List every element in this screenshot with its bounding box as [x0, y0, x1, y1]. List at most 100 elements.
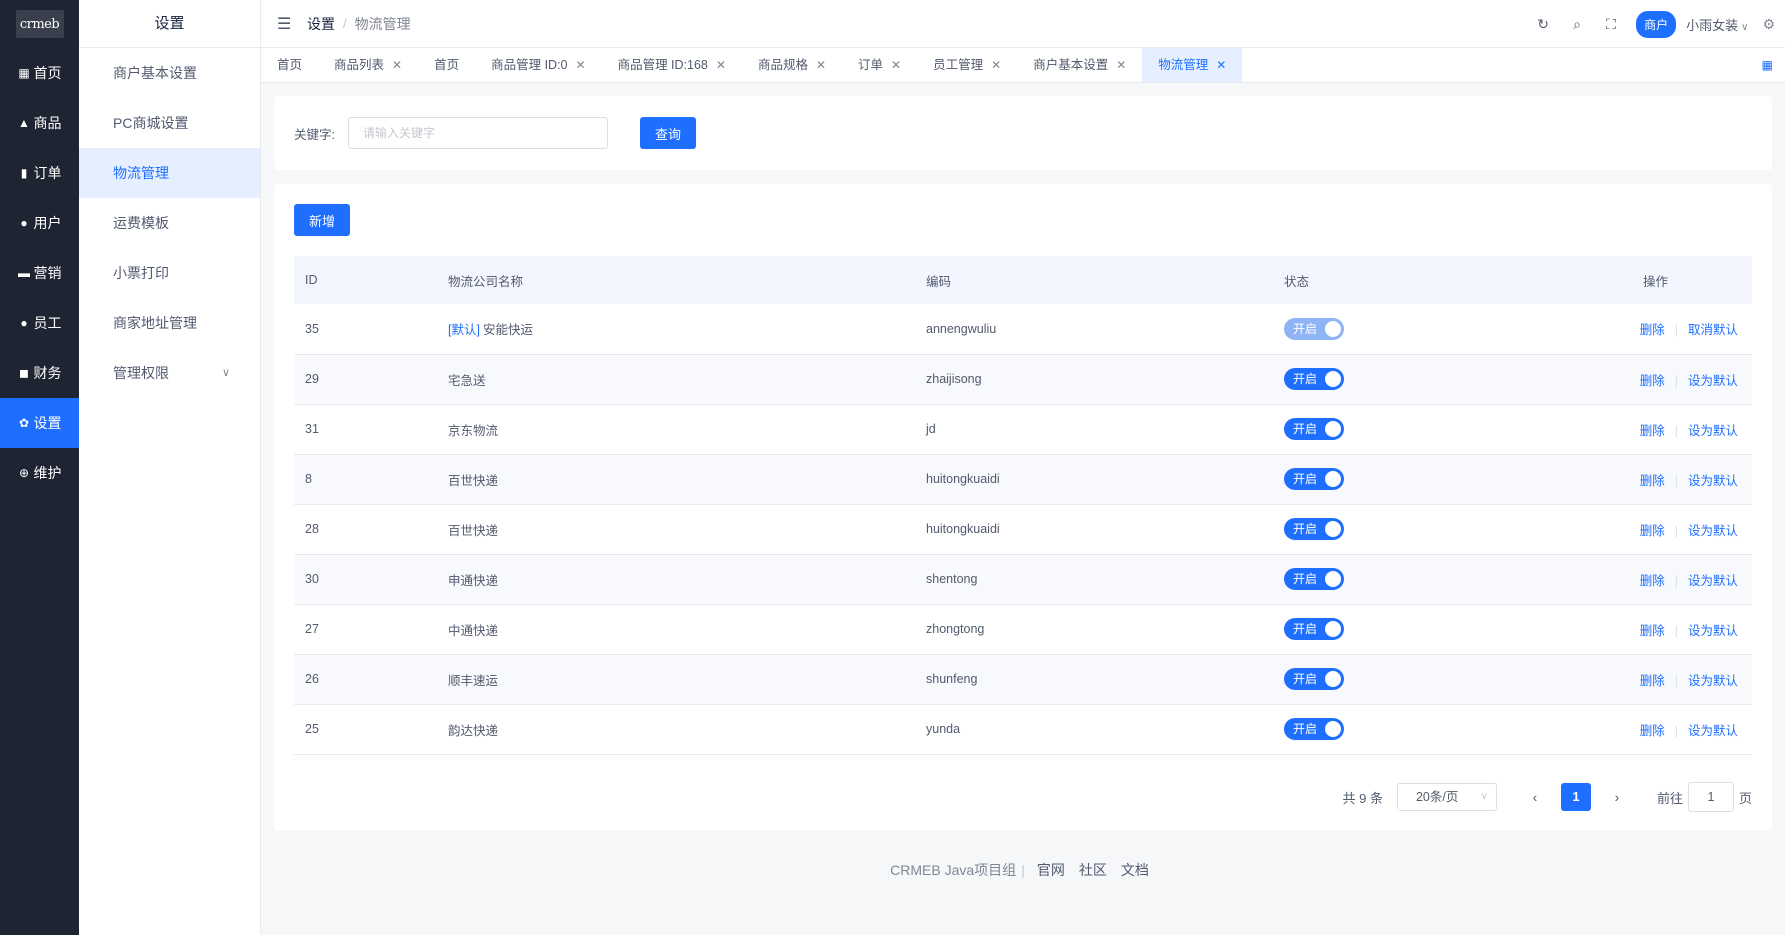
settings-icon: ✿ — [18, 416, 30, 430]
cell-actions: 删除 | 设为默认 — [1629, 554, 1752, 605]
rail-item-6[interactable]: ◼ 财务 — [0, 348, 79, 398]
set-default-link[interactable]: 设为默认 — [1688, 474, 1738, 488]
footer-link-community[interactable]: 社区 — [1079, 862, 1107, 878]
submenu-item-5[interactable]: 商家地址管理 — [79, 298, 260, 348]
prev-page-icon[interactable]: ‹ — [1521, 789, 1549, 805]
close-icon[interactable]: ✕ — [816, 48, 826, 82]
delete-link[interactable]: 删除 — [1640, 724, 1665, 738]
menu-toggle-icon[interactable]: ☰ — [277, 14, 293, 34]
tab-7[interactable]: 员工管理 ✕ — [917, 48, 1017, 82]
close-icon[interactable]: ✕ — [891, 48, 901, 82]
rail-item-7[interactable]: ✿ 设置 — [0, 398, 79, 448]
logo[interactable]: crmeb — [0, 0, 79, 48]
rail-item-0[interactable]: ▦ 首页 — [0, 48, 79, 98]
rail-item-label: 营销 — [33, 265, 62, 281]
merchant-badge[interactable]: 商户 — [1636, 10, 1677, 38]
set-default-link[interactable]: 设为默认 — [1688, 624, 1738, 638]
submenu-item-4[interactable]: 小票打印 — [79, 248, 260, 298]
delete-link[interactable]: 删除 — [1640, 674, 1665, 688]
status-switch[interactable]: 开启 — [1284, 418, 1344, 440]
rail-item-4[interactable]: ▬ 营销 — [0, 248, 79, 298]
keyword-input[interactable] — [348, 117, 608, 149]
table-row: 30 申通快递 shentong 开启 删除 | 设为默认 — [294, 554, 1752, 605]
tab-3[interactable]: 商品管理 ID:0 ✕ — [475, 48, 601, 82]
top-header: ☰ 设置 / 物流管理 ↻ ⌕ ⛶ 商户 小雨女装 ∨ ⚙ — [261, 0, 1785, 48]
page-size-select[interactable]: 20条/页 ∨ — [1396, 783, 1497, 811]
delete-link[interactable]: 删除 — [1640, 524, 1665, 538]
tab-8[interactable]: 商户基本设置 ✕ — [1017, 48, 1142, 82]
submenu-item-2[interactable]: 物流管理 — [79, 148, 260, 198]
tab-6[interactable]: 订单 ✕ — [842, 48, 917, 82]
search-icon[interactable]: ⌕ — [1560, 16, 1594, 33]
next-page-icon[interactable]: › — [1603, 789, 1631, 805]
submenu-item-3[interactable]: 运费模板 — [79, 198, 260, 248]
rail-item-1[interactable]: ▲ 商品 — [0, 98, 79, 148]
logistics-table: ID 物流公司名称 编码 状态 操作 35 [默认] 安能快运 annengwuliu… — [294, 256, 1752, 755]
footer-link-official[interactable]: 官网 — [1037, 862, 1065, 878]
submenu-item-label: 商户基本设置 — [113, 65, 197, 81]
close-icon[interactable]: ✕ — [1216, 48, 1226, 82]
footer-link-docs[interactable]: 文档 — [1121, 862, 1149, 878]
rail-item-3[interactable]: ● 用户 — [0, 198, 79, 248]
close-icon[interactable]: ✕ — [576, 48, 586, 82]
status-switch[interactable]: 开启 — [1284, 518, 1344, 540]
table-row: 31 京东物流 jd 开启 删除 | 设为默认 — [294, 404, 1752, 455]
submenu-item-6[interactable]: 管理权限 ∨ — [79, 348, 260, 398]
tab-5[interactable]: 商品规格 ✕ — [742, 48, 842, 82]
delete-link[interactable]: 删除 — [1640, 624, 1665, 638]
status-switch[interactable]: 开启 — [1284, 468, 1344, 490]
status-switch[interactable]: 开启 — [1284, 618, 1344, 640]
set-default-link[interactable]: 设为默认 — [1688, 424, 1738, 438]
tab-2[interactable]: 首页 — [418, 48, 475, 82]
cell-name: 京东物流 — [448, 404, 926, 455]
chevron-down-icon: ∨ — [221, 367, 230, 379]
rail-item-5[interactable]: ● 员工 — [0, 298, 79, 348]
submenu-item-label: 运费模板 — [113, 215, 169, 231]
refresh-icon[interactable]: ↻ — [1526, 16, 1560, 33]
cell-code: jd — [926, 404, 1284, 455]
tab-4[interactable]: 商品管理 ID:168 ✕ — [602, 48, 742, 82]
gear-icon[interactable]: ⚙ — [1762, 16, 1775, 33]
submenu-item-label: 商家地址管理 — [113, 315, 197, 331]
status-switch[interactable]: 开启 — [1284, 718, 1344, 740]
close-icon[interactable]: ✕ — [392, 48, 402, 82]
close-icon[interactable]: ✕ — [716, 48, 726, 82]
rail-item-8[interactable]: ⊕ 维护 — [0, 448, 79, 498]
delete-link[interactable]: 删除 — [1640, 374, 1665, 388]
status-switch[interactable]: 开启 — [1284, 568, 1344, 590]
fullscreen-icon[interactable]: ⛶ — [1594, 16, 1628, 33]
close-icon[interactable]: ✕ — [1116, 48, 1126, 82]
rail-item-label: 财务 — [33, 365, 62, 381]
status-switch[interactable]: 开启 — [1284, 668, 1344, 690]
rail-item-2[interactable]: ▮ 订单 — [0, 148, 79, 198]
close-icon[interactable]: ✕ — [991, 48, 1001, 82]
tab-1[interactable]: 商品列表 ✕ — [318, 48, 418, 82]
status-switch[interactable]: 开启 — [1284, 368, 1344, 390]
set-default-link[interactable]: 设为默认 — [1688, 674, 1738, 688]
delete-link[interactable]: 删除 — [1640, 323, 1665, 337]
set-default-link[interactable]: 设为默认 — [1688, 724, 1738, 738]
submenu-item-label: 小票打印 — [113, 265, 169, 281]
submenu-item-1[interactable]: PC商城设置 — [79, 98, 260, 148]
delete-link[interactable]: 删除 — [1640, 574, 1665, 588]
unset-default-link[interactable]: 取消默认 — [1688, 323, 1738, 337]
delete-link[interactable]: 删除 — [1640, 424, 1665, 438]
set-default-link[interactable]: 设为默认 — [1688, 574, 1738, 588]
marketing-icon: ▬ — [18, 266, 30, 280]
page-number-current[interactable]: 1 — [1560, 783, 1591, 811]
query-button[interactable]: 查询 — [640, 117, 696, 149]
set-default-link[interactable]: 设为默认 — [1688, 374, 1738, 388]
user-menu[interactable]: 小雨女装 ∨ — [1686, 15, 1748, 34]
tab-label: 商品规格 — [757, 58, 808, 72]
tab-0[interactable]: 首页 — [261, 48, 318, 82]
set-default-link[interactable]: 设为默认 — [1688, 524, 1738, 538]
delete-link[interactable]: 删除 — [1640, 474, 1665, 488]
goto-page-input[interactable] — [1687, 782, 1734, 812]
action-divider: | — [1674, 673, 1678, 688]
action-divider: | — [1674, 623, 1678, 638]
submenu-item-0[interactable]: 商户基本设置 — [79, 48, 260, 98]
add-button[interactable]: 新增 — [294, 204, 350, 236]
tab-9[interactable]: 物流管理 ✕ — [1142, 48, 1243, 82]
page-size-value: 20条/页 — [1415, 790, 1459, 804]
tabs-menu-icon[interactable]: ▦ — [1762, 58, 1773, 72]
